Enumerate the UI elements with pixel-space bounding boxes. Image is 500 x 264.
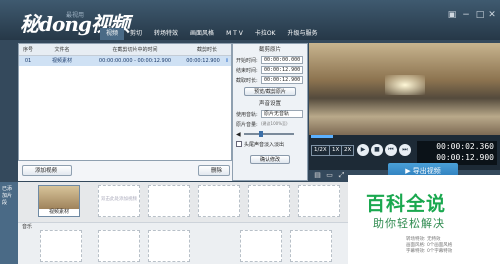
total-time: 00:00:12.900 (436, 153, 494, 162)
menu-video[interactable]: 视频 (100, 28, 125, 40)
clip-section-title: 截剪原片 (258, 47, 281, 53)
folder-icon[interactable]: ▭ (325, 171, 334, 180)
menu-mtv[interactable]: M T V (220, 28, 249, 40)
add-video-label: 添加视频 (35, 168, 58, 174)
col-time-range: 在截剪切片中的时间 (112, 47, 158, 53)
settings-panel: 截剪原片 开始时间: 00:00:00.000 结束时间: 00:00:12.900… (232, 43, 308, 181)
row-index: 01 (24, 58, 32, 64)
empty-clip-slot[interactable] (240, 230, 282, 262)
maximize-icon[interactable]: □ (474, 10, 486, 20)
end-time-field[interactable]: 00:00:12.900 (261, 66, 303, 74)
empty-clip-slot[interactable] (98, 230, 140, 262)
menu-style[interactable]: 画面风格 (184, 28, 220, 40)
speaker-icon: ◀ (236, 130, 241, 138)
close-icon[interactable]: ✕ (486, 10, 498, 20)
title-bar: 秘dong视频 最视用 ▣ − □ ✕ 视频 剪切 转场特效 画面风格 M T … (0, 0, 500, 40)
duration-label: 截取时长: (236, 77, 258, 84)
preview-clip-button[interactable]: 预览/截剪原片 (244, 87, 296, 96)
watermark-overlay: 百科全说 助你轻松解决 转场特效: 无特效 画面风格: 0个画面风格 字幕特效:… (348, 175, 500, 264)
fade-label: 头尾声音淡入淡出 (244, 141, 285, 148)
row-duration: 00:00:12.900 (186, 58, 220, 64)
timeline-side-label: 已添加片段 (0, 182, 18, 264)
empty-clip-slot[interactable] (198, 185, 240, 217)
skin-icon[interactable]: ▣ (446, 10, 458, 20)
prev-frame-icon[interactable]: ⏮ (385, 144, 397, 156)
empty-clip-slot[interactable] (148, 230, 190, 262)
add-video-button[interactable]: 添加视频 (22, 165, 72, 176)
col-index: 序号 (22, 47, 33, 53)
col-duration: 截剪时长 (196, 47, 217, 53)
current-time: 00:00:02.360 (436, 142, 494, 151)
delete-button[interactable]: 删除 (198, 165, 230, 176)
menu-upgrade[interactable]: 升级与服务 (282, 28, 324, 40)
track-label: 使用音轨: (236, 111, 258, 118)
watermark-title: 百科全说 (366, 193, 447, 215)
next-frame-icon[interactable]: ⏭ (399, 144, 411, 156)
menu-bar: 视频 剪切 转场特效 画面风格 M T V 卡拉OK 升级与服务 (100, 28, 324, 40)
brand-subtitle: 最视用 (66, 12, 85, 19)
speed-2x[interactable]: 2X (341, 145, 355, 156)
progress-bar[interactable] (311, 135, 333, 138)
volume-slider[interactable] (243, 131, 294, 137)
watermark-info: 转场特效: 无特效 画面风格: 0个画面风格 字幕特效: 0个字幕特效 (406, 237, 452, 255)
end-label: 结束时间: (236, 67, 258, 74)
start-label: 开始时间: (236, 57, 258, 64)
confirm-button[interactable]: 确认修改 (250, 155, 290, 164)
empty-clip-slot[interactable] (290, 230, 332, 262)
clip-label: 视频素材 (39, 209, 79, 216)
speed-half[interactable]: 1/2X (311, 145, 330, 156)
empty-clip-slot[interactable]: 双击此处添加视频 (98, 185, 140, 217)
play-icon[interactable]: ▶ (357, 144, 369, 156)
row-filename: 视频素材 (51, 58, 72, 64)
stop-icon[interactable]: ■ (371, 144, 383, 156)
empty-clip-slot[interactable] (40, 230, 82, 262)
fullscreen-icon[interactable]: ⤢ (337, 171, 346, 180)
video-preview (309, 43, 500, 135)
minimize-icon[interactable]: − (460, 10, 472, 20)
menu-transition[interactable]: 转场特效 (148, 28, 184, 40)
time-display: 00:00:02.360 00:00:12.900 (417, 141, 497, 165)
app-window: 秘dong视频 最视用 ▣ − □ ✕ 视频 剪切 转场特效 画面风格 M T … (0, 0, 500, 264)
music-lane-label: 音乐 (22, 224, 33, 230)
start-time-field[interactable]: 00:00:00.000 (261, 56, 303, 64)
row-time-range: 00:00:00.000 - 00:00:12.900 (98, 58, 172, 64)
col-filename: 文件名 (54, 47, 70, 53)
empty-clip-slot[interactable] (148, 185, 190, 217)
fade-checkbox[interactable] (236, 141, 242, 147)
watermark-subtitle: 助你轻松解决 (373, 217, 445, 230)
audio-section-title: 声音设置 (258, 101, 281, 107)
menu-cut[interactable]: 剪切 (124, 28, 148, 40)
action-bar: 添加视频 删除 (18, 161, 232, 181)
table-header: 序号 文件名 在截剪切片中的时间 截剪时长 (19, 44, 231, 56)
duration-field[interactable]: 00:00:12.900 (261, 76, 303, 84)
empty-clip-slot[interactable] (248, 185, 290, 217)
snapshot-icon[interactable]: ▤ (313, 171, 322, 180)
info-line: 字幕特效: 0个字幕特效 (406, 249, 453, 254)
volume-hint: (建议100%至) (261, 121, 288, 126)
volume-label: 原片音量: (236, 121, 258, 128)
empty-clip-slot[interactable] (298, 185, 340, 217)
track-select[interactable]: 原片无音轨 (261, 110, 303, 118)
table-row[interactable]: 01 视频素材 00:00:00.000 - 00:00:12.900 00:0… (19, 56, 231, 66)
menu-karaoke[interactable]: 卡拉OK (249, 28, 282, 40)
info-icon[interactable]: i (223, 56, 231, 66)
file-list-panel: 序号 文件名 在截剪切片中的时间 截剪时长 01 视频素材 00:00:00.0… (18, 43, 232, 161)
timeline-clip[interactable]: 视频素材 (38, 185, 80, 217)
delete-label: 删除 (211, 168, 223, 174)
export-label: 导出视频 (412, 167, 441, 175)
